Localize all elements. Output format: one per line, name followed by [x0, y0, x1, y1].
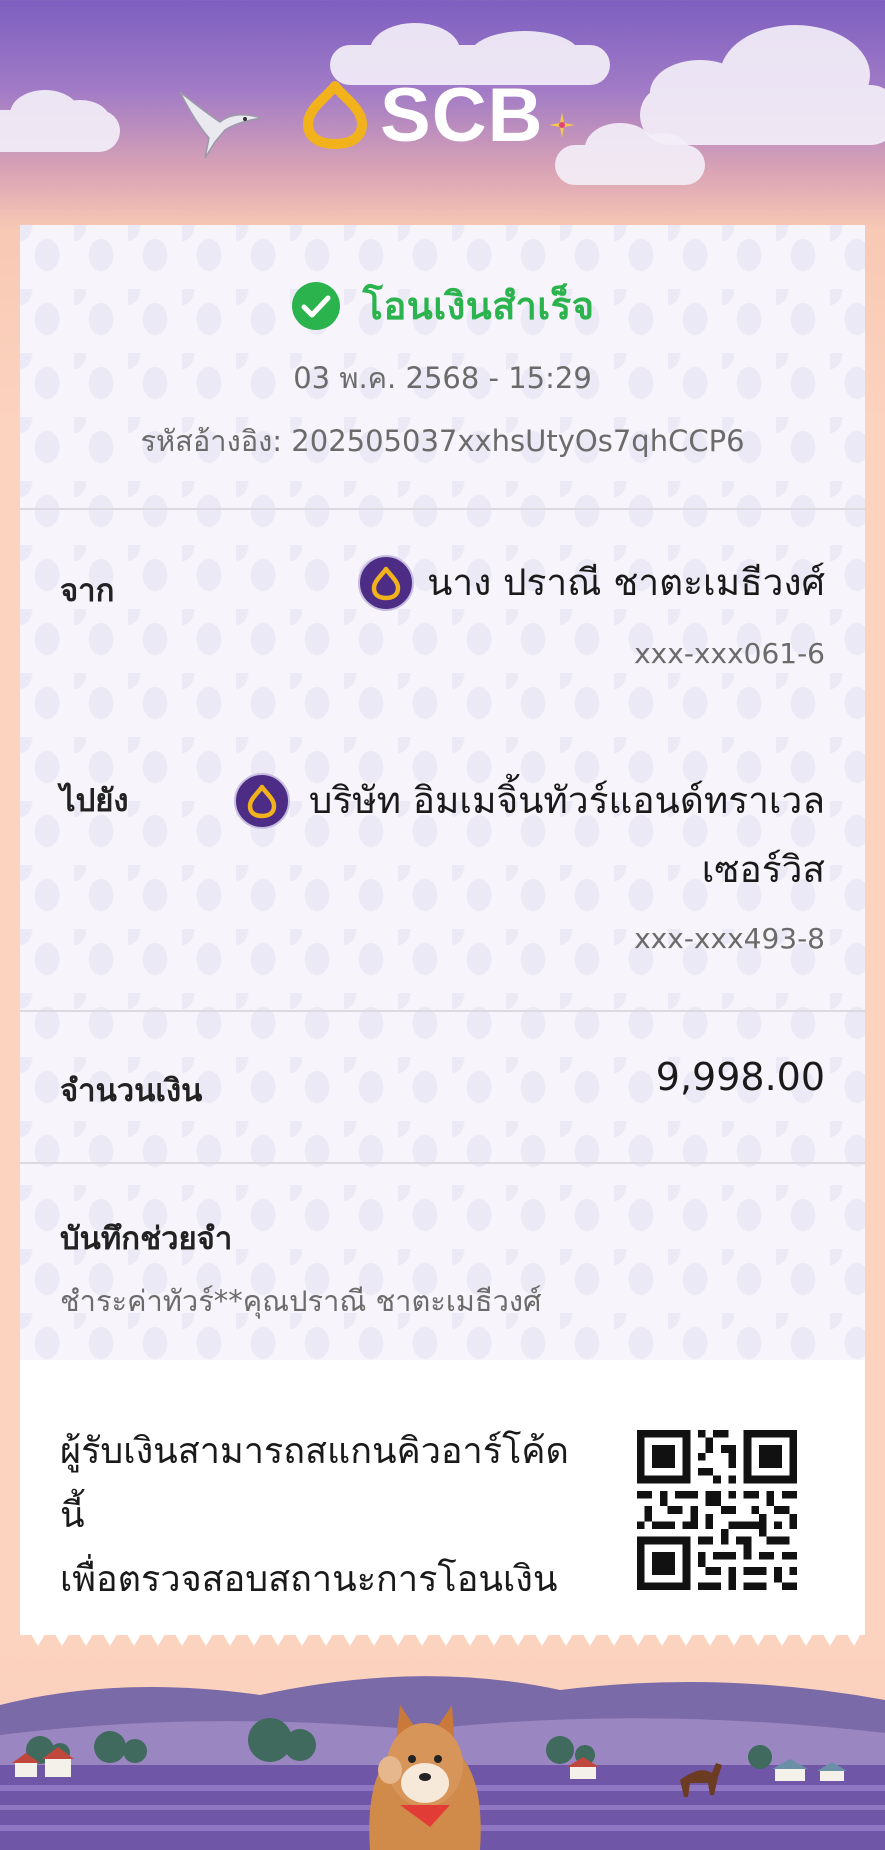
scb-logo-mark-icon [303, 81, 367, 149]
bird-illustration [179, 91, 262, 159]
receipt-card: โอนเงินสำเร็จ 03 พ.ค. 2568 - 15:29 รหัสอ… [20, 225, 865, 1635]
amount-value: 9,998.00 [655, 1055, 825, 1099]
amount-label: จำนวนเงิน [60, 1073, 203, 1109]
sender-name: นาง ปราณี ชาตะเมธีวงศ์ [427, 561, 825, 604]
divider [20, 508, 865, 510]
sender-account: xxx-xxx061-6 [634, 637, 825, 670]
qr-note-line2: เพื่อตรวจสอบสถานะการโอนเงิน [60, 1559, 558, 1600]
success-check-icon [291, 281, 340, 330]
recipient-account: xxx-xxx493-8 [634, 922, 825, 955]
scb-bank-icon [358, 555, 414, 611]
header-banner: SCB [0, 0, 885, 225]
receipt-torn-edge [20, 1620, 865, 1646]
cloud-decoration [0, 90, 120, 152]
qr-note-line1: ผู้รับเงินสามารถสแกนคิวอาร์โค้ดนี้ [60, 1431, 569, 1536]
cloud-decoration [555, 123, 705, 185]
status-text: โอนเงินสำเร็จ [362, 284, 595, 328]
qr-code-icon [637, 1430, 797, 1590]
recipient-name-line2: เซอร์วิส [701, 848, 825, 891]
divider [20, 1010, 865, 1012]
scb-bank-icon [234, 773, 290, 829]
plus-sparkle-icon [549, 112, 576, 138]
to-label: ไปยัง [60, 783, 129, 819]
transfer-status: โอนเงินสำเร็จ [20, 275, 865, 336]
lavender-field-illustration [0, 1676, 885, 1850]
from-label: จาก [60, 573, 115, 609]
memo-label: บันทึกช่วยจำ [60, 1221, 233, 1257]
qr-note: ผู้รับเงินสามารถสแกนคิวอาร์โค้ดนี้ เพื่อ… [60, 1420, 580, 1612]
recipient-name-line1: บริษัท อิมเมจิ้นทัวร์แอนด์ทราเวล [308, 779, 825, 822]
memo-value: ชำระค่าทัวร์**คุณปราณี ชาตะเมธีวงศ์ [60, 1284, 542, 1318]
scb-logo: SCB [300, 73, 577, 158]
brand-name: SCB [380, 72, 544, 158]
transfer-datetime: 03 พ.ค. 2568 - 15:29 [293, 361, 592, 395]
divider [20, 1162, 865, 1164]
reference-code: รหัสอ้างอิง: 202505037xxhsUtyOs7qhCCP6 [140, 424, 745, 458]
